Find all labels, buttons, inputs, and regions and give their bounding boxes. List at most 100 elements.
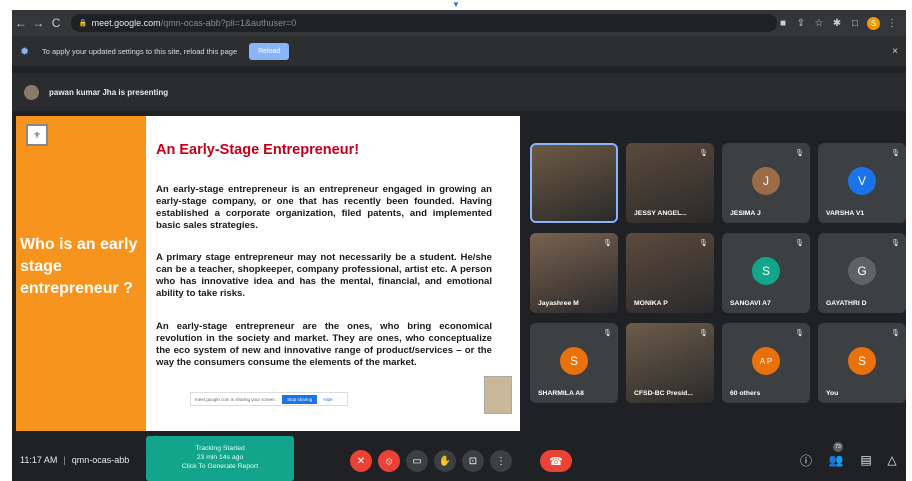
participant-tile[interactable] xyxy=(530,143,618,223)
screen-share-indicator-icon: ▼ xyxy=(452,0,460,9)
participant-tile[interactable]: 🎙 Jayashree M xyxy=(530,233,618,313)
mic-muted-icon: 🎙 xyxy=(795,240,804,247)
presenter-camera-thumbnail xyxy=(484,376,512,414)
mic-muted-icon: 🎙 xyxy=(603,240,612,247)
lock-icon: 🔒 xyxy=(78,20,88,27)
separator: | xyxy=(63,454,66,465)
info-icon[interactable]: ⓘ xyxy=(798,452,814,468)
presenting-banner: pawan kumar Jha is presenting xyxy=(12,73,906,111)
hide-button[interactable]: Hide xyxy=(323,397,332,402)
settings-gear-icon: ✹ xyxy=(20,45,30,58)
screen: ▼ ← → C 🔒 meet.google.com /qmn-ocas-abb?… xyxy=(0,0,912,481)
participant-name: SANGAVI A7 xyxy=(730,300,771,307)
slide-sidebar: ⚜ Who is an early stage entrepreneur ? xyxy=(16,116,146,431)
participant-video xyxy=(532,145,616,221)
mic-muted-icon: 🎙 xyxy=(891,330,900,337)
participant-avatar: G xyxy=(848,257,876,285)
extensions-icon[interactable]: ✱ xyxy=(831,17,843,29)
participant-avatar: S xyxy=(752,257,780,285)
mic-muted-icon: 🎙 xyxy=(891,150,900,157)
participant-tile[interactable]: S 🎙 You xyxy=(818,323,906,403)
more-options-icon[interactable]: ⋮ xyxy=(490,450,512,472)
profile-avatar[interactable]: S xyxy=(867,16,880,30)
browser-menu-icon[interactable]: ⋮ xyxy=(886,17,898,29)
presentation-slide: ⚜ Who is an early stage entrepreneur ? A… xyxy=(16,116,520,431)
participant-name: GAYATHRI D xyxy=(826,300,867,307)
participant-tile[interactable]: S 🎙 SHARMILA A8 xyxy=(530,323,618,403)
participant-name: JESSY ANGEL... xyxy=(634,210,687,217)
participant-tile[interactable]: 🎙 CFSD-BC Presid... xyxy=(626,323,714,403)
share-notice-text: meet.google.com is sharing your screen. xyxy=(195,396,277,402)
forward-icon[interactable]: → xyxy=(30,14,48,32)
address-bar[interactable]: 🔒 meet.google.com /qmn-ocas-abb?pli=1&au… xyxy=(70,14,777,32)
presenter-avatar xyxy=(24,84,39,100)
url-path: /qmn-ocas-abb?pli=1&authuser=0 xyxy=(160,18,297,28)
slide-title: An Early-Stage Entrepreneur! xyxy=(156,142,360,158)
mic-muted-icon: 🎙 xyxy=(795,150,804,157)
participant-tile[interactable]: S 🎙 SANGAVI A7 xyxy=(722,233,810,313)
mic-off-icon[interactable]: ✕ xyxy=(350,450,372,472)
participant-tile[interactable]: G 🎙 GAYATHRI D xyxy=(818,233,906,313)
tracking-status: Tracking Started xyxy=(195,445,245,452)
stop-sharing-button[interactable]: Stop sharing xyxy=(282,394,318,404)
present-icon[interactable]: ⊡ xyxy=(462,450,484,472)
screen-share-notice: meet.google.com is sharing your screen. … xyxy=(190,392,348,406)
participant-name: JESIMA J xyxy=(730,210,761,217)
mic-muted-icon: 🎙 xyxy=(699,330,708,337)
reload-infobar: ✹ To apply your updated settings to this… xyxy=(12,36,906,66)
activities-icon[interactable]: △ xyxy=(884,452,900,468)
meeting-controls-bar: 11:17 AM | qmn-ocas-abb Tracking Started… xyxy=(12,436,906,481)
meeting-time: 11:17 AM xyxy=(20,454,58,465)
meeting-code: qmn-ocas-abb xyxy=(71,454,130,465)
captions-icon[interactable]: ▭ xyxy=(406,450,428,472)
raise-hand-icon[interactable]: ✋ xyxy=(434,450,456,472)
generate-report-link[interactable]: Click To Generate Report xyxy=(146,462,294,471)
reload-button[interactable]: Reload xyxy=(249,42,290,60)
people-count-badge: 73 xyxy=(833,442,843,452)
participant-tile[interactable]: A P 🎙 60 others xyxy=(722,323,810,403)
participant-name: 60 others xyxy=(730,390,761,397)
end-call-icon[interactable]: ☎ xyxy=(540,450,572,472)
tracking-duration: 23 min 14s ago xyxy=(196,454,244,461)
mic-muted-icon: 🎙 xyxy=(891,240,900,247)
participant-tile[interactable]: J 🎙 JESIMA J xyxy=(722,143,810,223)
share-icon[interactable]: ⇪ xyxy=(795,17,807,29)
slide-body: An Early-Stage Entrepreneur! An early-st… xyxy=(146,116,520,431)
participant-name: You xyxy=(826,390,839,397)
mic-muted-icon: 🎙 xyxy=(699,150,708,157)
participant-name: SHARMILA A8 xyxy=(538,390,584,397)
mic-muted-icon: 🎙 xyxy=(699,240,708,247)
back-icon[interactable]: ← xyxy=(12,14,30,32)
people-icon[interactable]: 👥 xyxy=(828,452,844,468)
mic-muted-icon: 🎙 xyxy=(795,330,804,337)
participant-name: MONIKA P xyxy=(634,300,668,307)
slide-question: Who is an early stage entrepreneur ? xyxy=(20,236,138,297)
participant-tile[interactable]: V 🎙 VARSHA V1 xyxy=(818,143,906,223)
slide-paragraph: An early-stage entrepreneur are the ones… xyxy=(156,321,492,368)
participant-avatar: S xyxy=(848,347,876,375)
bookmark-star-icon[interactable]: ☆ xyxy=(813,17,825,29)
reload-icon[interactable]: C xyxy=(47,14,65,32)
participant-tile[interactable]: 🎙 JESSY ANGEL... xyxy=(626,143,714,223)
chat-icon[interactable]: ▤ xyxy=(858,452,874,468)
participant-tile[interactable]: 🎙 MONIKA P xyxy=(626,233,714,313)
side-panel-icon[interactable]: □ xyxy=(849,17,861,29)
presenting-text: pawan kumar Jha is presenting xyxy=(49,87,169,97)
participant-avatar: J xyxy=(752,167,780,195)
mic-muted-icon: 🎙 xyxy=(603,330,612,337)
institution-logo: ⚜ xyxy=(26,124,48,146)
participant-name: CFSD-BC Presid... xyxy=(634,390,693,397)
tracking-extension-button[interactable]: Tracking Started 23 min 14s ago Click To… xyxy=(146,436,294,481)
participant-avatar: V xyxy=(848,167,876,195)
participant-name: VARSHA V1 xyxy=(826,210,865,217)
meet-window: pawan kumar Jha is presenting ⚜ Who is a… xyxy=(12,66,906,481)
participant-avatar: S xyxy=(560,347,588,375)
browser-toolbar: ← → C 🔒 meet.google.com /qmn-ocas-abb?pl… xyxy=(12,10,906,36)
slide-paragraph: A primary stage entrepreneur may not nec… xyxy=(156,252,492,299)
infobar-close-icon[interactable]: × xyxy=(892,46,898,57)
camera-indicator-icon[interactable]: ■ xyxy=(777,17,789,29)
url-host: meet.google.com xyxy=(91,18,161,28)
camera-off-icon[interactable]: ⦸ xyxy=(378,450,400,472)
slide-paragraph: An early-stage entrepreneur is an entrep… xyxy=(156,184,492,231)
infobar-message: To apply your updated settings to this s… xyxy=(42,46,238,56)
